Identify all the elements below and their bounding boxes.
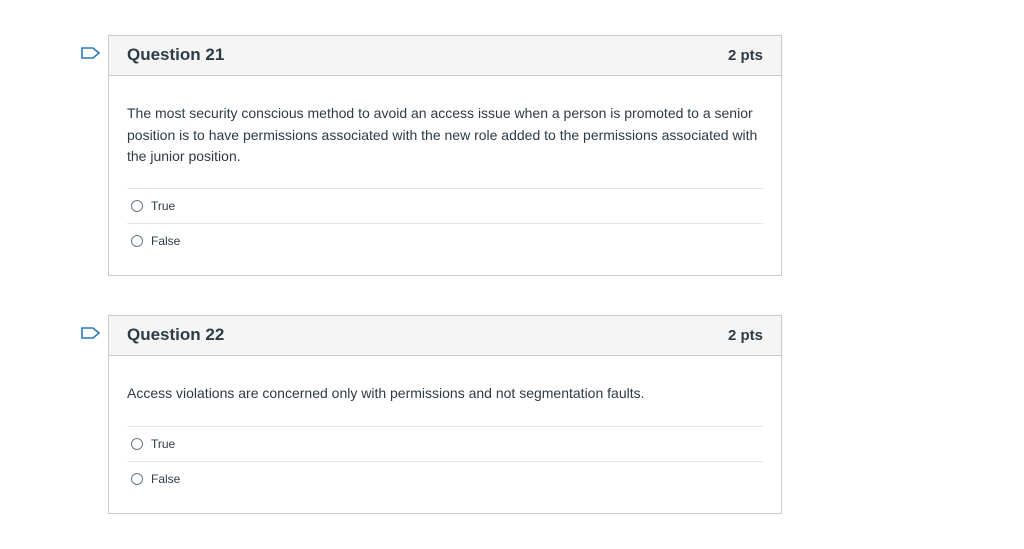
radio-button[interactable] xyxy=(131,437,143,450)
answer-label: True xyxy=(151,198,176,213)
question-text: The most security conscious method to av… xyxy=(127,105,758,164)
answer-list: True False xyxy=(127,187,763,258)
question-body: Access violations are concerned only wit… xyxy=(109,356,781,513)
answer-false[interactable]: False xyxy=(127,462,763,496)
question-header: Question 21 2 pts xyxy=(109,36,781,76)
radio-button[interactable] xyxy=(131,234,143,247)
question-title: Question 22 xyxy=(127,325,225,344)
question-card: Question 21 2 pts The most security cons… xyxy=(108,35,782,276)
flag-question-icon[interactable] xyxy=(81,47,101,59)
answer-label: True xyxy=(151,436,176,451)
answer-true[interactable]: True xyxy=(127,189,763,224)
flag-question-icon[interactable] xyxy=(81,327,101,339)
question-points: 2 pts xyxy=(727,327,763,344)
answer-list: True False xyxy=(127,425,763,496)
radio-button[interactable] xyxy=(131,472,143,485)
question-body: The most security conscious method to av… xyxy=(109,76,781,275)
answer-false[interactable]: False xyxy=(127,224,763,258)
question-points: 2 pts xyxy=(727,47,763,64)
question-title: Question 21 xyxy=(127,45,225,64)
question-header: Question 22 2 pts xyxy=(109,316,781,356)
question-card: Question 22 2 pts Access violations are … xyxy=(108,315,782,514)
answer-true[interactable]: True xyxy=(127,427,763,462)
answer-label: False xyxy=(151,471,181,486)
question-text: Access violations are concerned only wit… xyxy=(127,385,645,401)
answer-label: False xyxy=(151,233,181,248)
radio-button[interactable] xyxy=(131,199,143,212)
